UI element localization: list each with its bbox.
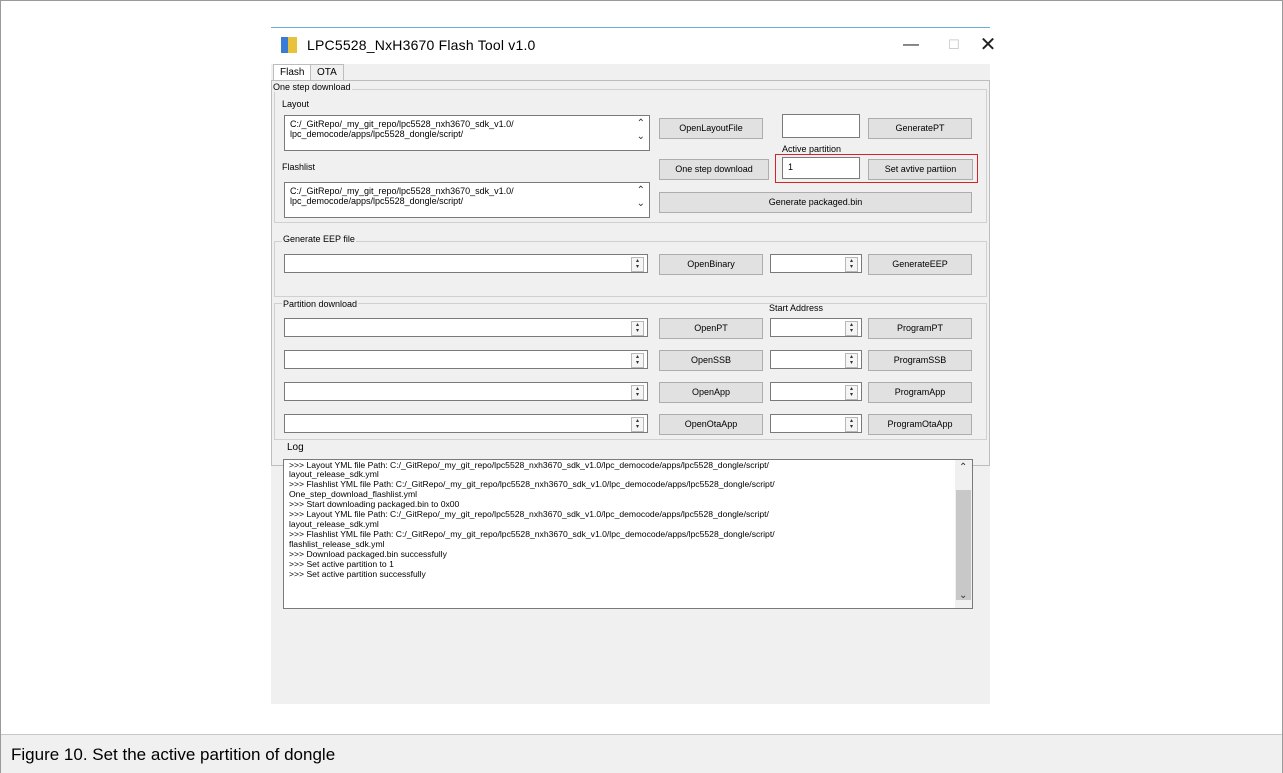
tab-ota[interactable]: OTA xyxy=(310,64,344,80)
start-address-label: Start Address xyxy=(769,303,824,313)
generate-packaged-bin-button[interactable]: Generate packaged.bin xyxy=(659,192,972,213)
open-layout-file-button[interactable]: OpenLayoutFile xyxy=(659,118,763,139)
app-window: LPC5528_NxH3670 Flash Tool v1.0 — ☐ ✕ Fl… xyxy=(271,27,996,704)
flashlist-label: Flashlist xyxy=(282,162,316,172)
one-step-group-label: One step download xyxy=(272,82,352,92)
flash-tab-panel: One step download Layout C:/_GitRepo/_my… xyxy=(271,80,990,466)
scroll-down-icon[interactable]: ⌄ xyxy=(637,132,645,142)
spinner-icon[interactable]: ▴ ▾ xyxy=(631,257,644,272)
spinner-icon[interactable]: ▴ ▾ xyxy=(845,321,858,336)
caption-bar: Figure 10. Set the active partition of d… xyxy=(1,734,1282,773)
log-line: flashlist_release_sdk.yml xyxy=(289,539,385,549)
spinner-icon[interactable]: ▴ ▾ xyxy=(845,385,858,400)
log-line: layout_release_sdk.yml xyxy=(289,469,379,479)
ssb-file-field[interactable]: ▴ ▾ xyxy=(284,350,648,369)
layout-path-line1: C:/_GitRepo/_my_git_repo/lpc5528_nxh3670… xyxy=(290,119,514,129)
log-line: >>> Set active partition to 1 xyxy=(289,559,394,569)
spinner-icon[interactable]: ▴ ▾ xyxy=(631,385,644,400)
generate-pt-input[interactable] xyxy=(782,114,860,138)
title-bar: LPC5528_NxH3670 Flash Tool v1.0 — ☐ ✕ xyxy=(271,28,996,64)
tab-flash[interactable]: Flash xyxy=(273,64,312,81)
ssb-address-field[interactable]: ▴ ▾ xyxy=(770,350,862,369)
eep-group-label: Generate EEP file xyxy=(282,234,356,244)
log-label: Log xyxy=(287,442,304,453)
log-line: layout_release_sdk.yml xyxy=(289,519,379,529)
active-partition-label: Active partition xyxy=(782,144,842,154)
ota-app-file-field[interactable]: ▴ ▾ xyxy=(284,414,648,433)
log-line: >>> Set active partition successfully xyxy=(289,569,426,579)
one-step-download-button[interactable]: One step download xyxy=(659,159,769,180)
scroll-up-icon[interactable]: ⌃ xyxy=(959,462,967,473)
open-pt-button[interactable]: OpenPT xyxy=(659,318,763,339)
flashlist-path-line2: lpc_democode/apps/lpc5528_dongle/script/ xyxy=(290,196,464,206)
eep-address-field[interactable]: ▴ ▾ xyxy=(770,254,862,273)
app-address-field[interactable]: ▴ ▾ xyxy=(770,382,862,401)
layout-path-field[interactable]: C:/_GitRepo/_my_git_repo/lpc5528_nxh3670… xyxy=(284,115,650,151)
program-app-button[interactable]: ProgramApp xyxy=(868,382,972,403)
figure-frame: LPC5528_NxH3670 Flash Tool v1.0 — ☐ ✕ Fl… xyxy=(0,0,1283,773)
log-scrollbar[interactable]: ⌃ ⌄ xyxy=(955,460,972,608)
spinner-icon[interactable]: ▴ ▾ xyxy=(631,353,644,368)
generate-pt-button[interactable]: GeneratePT xyxy=(868,118,972,139)
log-line: >>> Layout YML file Path: C:/_GitRepo/_m… xyxy=(289,509,769,519)
minimize-button[interactable]: — xyxy=(899,34,923,56)
figure-caption: Figure 10. Set the active partition of d… xyxy=(11,745,336,764)
scroll-down-icon[interactable]: ⌄ xyxy=(637,199,645,209)
layout-path-line2: lpc_democode/apps/lpc5528_dongle/script/ xyxy=(290,129,464,139)
pt-address-field[interactable]: ▴ ▾ xyxy=(770,318,862,337)
scroll-up-icon[interactable]: ⌃ xyxy=(637,186,645,196)
log-line: One_step_download_flashlist.yml xyxy=(289,489,418,499)
program-ota-app-button[interactable]: ProgramOtaApp xyxy=(868,414,972,435)
log-output[interactable]: >>> Layout YML file Path: C:/_GitRepo/_m… xyxy=(283,459,973,609)
spinner-icon[interactable]: ▴ ▾ xyxy=(631,321,644,336)
ota-app-address-field[interactable]: ▴ ▾ xyxy=(770,414,862,433)
maximize-button[interactable]: ☐ xyxy=(942,34,966,56)
flashlist-path-field[interactable]: C:/_GitRepo/_my_git_repo/lpc5528_nxh3670… xyxy=(284,182,650,218)
program-pt-button[interactable]: ProgramPT xyxy=(868,318,972,339)
open-app-button[interactable]: OpenApp xyxy=(659,382,763,403)
spinner-icon[interactable]: ▴ ▾ xyxy=(631,417,644,432)
app-icon xyxy=(281,37,297,53)
pt-file-field[interactable]: ▴ ▾ xyxy=(284,318,648,337)
close-button[interactable]: ✕ xyxy=(976,34,1000,56)
open-ssb-button[interactable]: OpenSSB xyxy=(659,350,763,371)
spinner-icon[interactable]: ▴ ▾ xyxy=(845,353,858,368)
scroll-up-icon[interactable]: ⌃ xyxy=(637,119,645,129)
partition-group-label: Partition download xyxy=(282,299,359,309)
flashlist-path-line1: C:/_GitRepo/_my_git_repo/lpc5528_nxh3670… xyxy=(290,186,514,196)
highlight-box xyxy=(775,154,978,183)
log-line: >>> Download packaged.bin successfully xyxy=(289,549,447,559)
eep-binary-path-field[interactable]: ▴ ▾ xyxy=(284,254,648,273)
layout-label: Layout xyxy=(282,99,310,109)
scrollbar-thumb[interactable] xyxy=(956,490,971,600)
spinner-icon[interactable]: ▴ ▾ xyxy=(845,257,858,272)
generate-eep-button[interactable]: GenerateEEP xyxy=(868,254,972,275)
spinner-icon[interactable]: ▴ ▾ xyxy=(845,417,858,432)
log-line: >>> Flashlist YML file Path: C:/_GitRepo… xyxy=(289,529,775,539)
open-binary-button[interactable]: OpenBinary xyxy=(659,254,763,275)
app-file-field[interactable]: ▴ ▾ xyxy=(284,382,648,401)
log-line: >>> Flashlist YML file Path: C:/_GitRepo… xyxy=(289,479,775,489)
open-ota-app-button[interactable]: OpenOtaApp xyxy=(659,414,763,435)
program-ssb-button[interactable]: ProgramSSB xyxy=(868,350,972,371)
log-line: >>> Start downloading packaged.bin to 0x… xyxy=(289,499,460,509)
scroll-down-icon[interactable]: ⌄ xyxy=(959,590,967,601)
window-title: LPC5528_NxH3670 Flash Tool v1.0 xyxy=(307,37,536,53)
